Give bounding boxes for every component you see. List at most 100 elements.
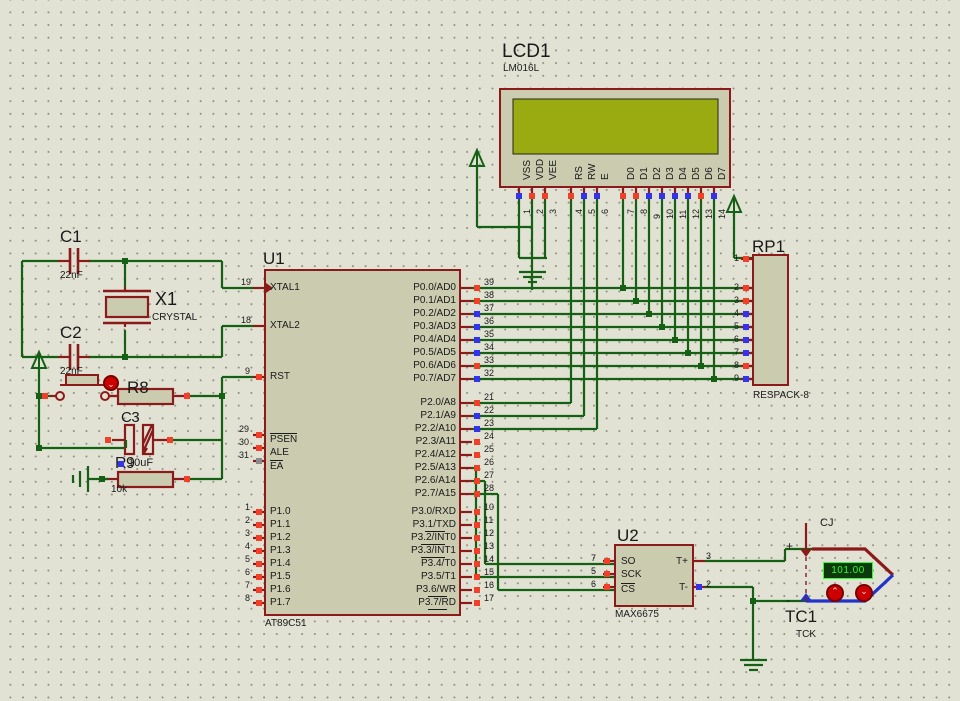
c3-pinmark-right[interactable] [167,437,173,443]
respack-pinmark-4[interactable] [743,311,749,317]
mcu-pinnum-11: 11 [484,515,494,525]
mcu-pinmark-32[interactable] [474,376,480,382]
mcu-pinmark-21[interactable] [474,400,480,406]
mcu-pinmark-12[interactable] [474,535,480,541]
mcu-pinlabel-p15: P1.5 [270,571,291,582]
mcu-pinmark-14[interactable] [474,561,480,567]
mcu-pinlabel-p24: P2.4/A12 [414,449,456,460]
mcu-pinnum-16: 16 [484,580,495,590]
lcd-pinmark-12[interactable] [685,193,691,199]
mcu-pinmark-4[interactable] [256,548,262,554]
lcd-pinmark-6[interactable] [594,193,600,199]
mcu-pinmark-8[interactable] [256,600,262,606]
vcc-rail-junction-2 [36,445,42,451]
max6675-pinmark-7[interactable] [604,558,610,564]
respack-pinmark-1[interactable] [743,256,749,262]
lcd-pinlabel-e: E [600,173,611,180]
lcd-pinlabel-vss: VSS [522,159,533,180]
thermocouple-part-label: TCK [796,629,816,640]
mcu-pinmark-28[interactable] [474,491,480,497]
respack-pinmark-8[interactable] [743,363,749,369]
lcd-pinmark-9[interactable] [646,193,652,199]
mcu-pinlabel-p03: P0.3/AD3 [413,321,456,332]
c3-pinmark-left[interactable] [105,437,111,443]
mcu-pinmark-33[interactable] [474,363,480,369]
lcd-pinmark-4[interactable] [568,193,574,199]
lcd-pinlabel-rw: RW [587,163,598,180]
r9-pinmark-right[interactable] [184,476,190,482]
respack-pinmark-6[interactable] [743,337,749,343]
x1-value-label: CRYSTAL [152,312,198,323]
mcu-pinmark-37[interactable] [474,311,480,317]
mcu-pinmark-36[interactable] [474,324,480,330]
mcu-pinmark-6[interactable] [256,574,262,580]
lcd-pinmark-11[interactable] [672,193,678,199]
mcu-pinmark-7[interactable] [256,587,262,593]
mcu-pinlabel-p17: P1.7 [270,597,291,608]
mcu-part-label: AT89C51 [265,618,307,629]
lcd-pinmark-1[interactable] [516,193,522,199]
max6675-pinmark-6[interactable] [604,584,610,590]
mcu-pinlabel-p05: P0.5/AD5 [413,347,456,358]
mcu-pinmark-9[interactable] [256,374,262,380]
mcu-pinmark-35[interactable] [474,337,480,343]
lcd-pinlabel-d7: D7 [717,167,728,180]
mcu-pinmark-2[interactable] [256,522,262,528]
lcd-pinmark-5[interactable] [581,193,587,199]
mcu-pinmark-13[interactable] [474,548,480,554]
mcu-pinmark-31[interactable] [256,458,262,464]
max6675-pinnum-5: 5 [591,566,597,576]
mcu-pinmark-39[interactable] [474,285,480,291]
mcu-pinmark-16[interactable] [474,587,480,593]
mcu-pinnum-9: 9 [245,366,251,376]
mcu-pinmark-10[interactable] [474,509,480,515]
mcu-pinmark-5[interactable] [256,561,262,567]
mcu-pinnum-38: 38 [484,290,495,300]
mcu-pinmark-24[interactable] [474,439,480,445]
mcu-pinmark-3[interactable] [256,535,262,541]
pushbutton-pinmark-left[interactable] [42,393,48,399]
lcd-pinmark-7[interactable] [620,193,626,199]
thermocouple-decrement-button[interactable]: ⌄ [855,584,873,602]
mcu-pinlabel-p04: P0.4/AD4 [413,334,456,345]
respack-pinmark-7[interactable] [743,350,749,356]
mcu-pinnum-22: 22 [484,405,495,415]
thermocouple-increment-button[interactable]: ⌃ [826,584,844,602]
mcu-pinmark-11[interactable] [474,522,480,528]
mcu-pinmark-38[interactable] [474,298,480,304]
mcu-pinmark-23[interactable] [474,426,480,432]
mcu-pinmark-15[interactable] [474,574,480,580]
lcd-pinlabel-d2: D2 [652,167,663,180]
respack-pinmark-9[interactable] [743,376,749,382]
lcd-pinnum-8: 8 [639,208,649,214]
c3-wires [124,438,222,448]
c1-value-label: 22nF [60,270,83,281]
max6675-pinmark-5[interactable] [604,571,610,577]
r9-pinmark-left[interactable] [118,461,124,467]
wire-layer: ⌄ [20,88,895,672]
mcu-pinmark-29[interactable] [256,432,262,438]
lcd-pinmark-14[interactable] [711,193,717,199]
max6675-pinmark-2[interactable] [696,584,702,590]
lcd-pinmark-3[interactable] [542,193,548,199]
lcd-pinmark-8[interactable] [633,193,639,199]
lcd-pinmark-10[interactable] [659,193,665,199]
lcd-pinnum-9: 9 [652,213,662,219]
respack-pinmark-3[interactable] [743,298,749,304]
mcu-pinmark-34[interactable] [474,350,480,356]
respack-pinmark-5[interactable] [743,324,749,330]
mcu-pinmark-27[interactable] [474,478,480,484]
respack-pinmark-2[interactable] [743,285,749,291]
mcu-pinmark-30[interactable] [256,445,262,451]
r9-gnd-junction [99,476,105,482]
mcu-pinmark-26[interactable] [474,465,480,471]
lcd-pinmark-2[interactable] [529,193,535,199]
lcd-pinmark-13[interactable] [698,193,704,199]
r8-pinmark-right[interactable] [184,393,190,399]
mcu-pinnum-1: 1 [245,502,251,512]
mcu-pinmark-17[interactable] [474,600,480,606]
mcu-pinmark-25[interactable] [474,452,480,458]
thermocouple-display-value: 101.00 [831,565,865,576]
mcu-pinmark-22[interactable] [474,413,480,419]
mcu-pinmark-1[interactable] [256,509,262,515]
